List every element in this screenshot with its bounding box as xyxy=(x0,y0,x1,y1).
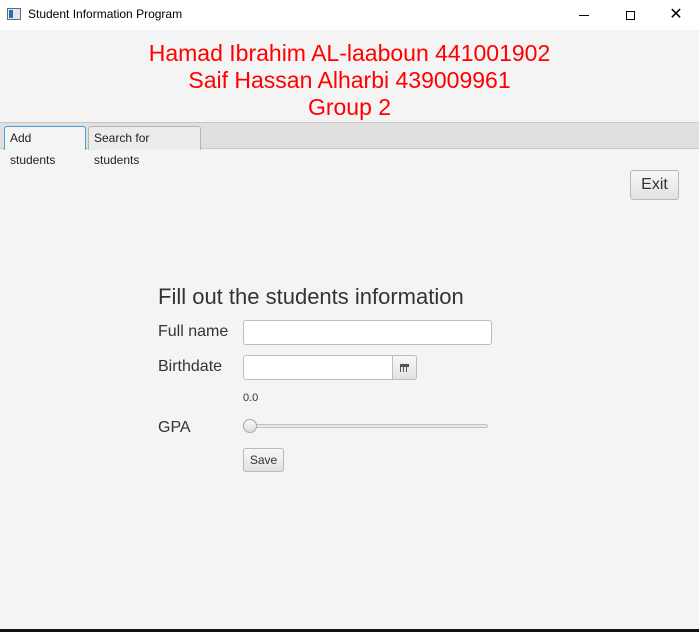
window-titlebar: Student Information Program ✕ xyxy=(0,0,699,30)
gpa-slider-thumb[interactable] xyxy=(243,419,257,433)
app-icon xyxy=(7,8,21,20)
header-line-2: Saif Hassan Alharbi 439009961 xyxy=(188,67,511,93)
gpa-label: GPA xyxy=(158,419,191,436)
full-name-input[interactable] xyxy=(243,320,492,345)
tab-search-students[interactable]: Search for students xyxy=(88,126,201,167)
student-header: Hamad Ibrahim AL-laaboun 441001902 Saif … xyxy=(0,30,699,122)
minimize-icon xyxy=(579,14,589,16)
minimize-button[interactable] xyxy=(561,0,607,30)
exit-button[interactable]: Exit xyxy=(630,170,679,200)
full-name-label: Full name xyxy=(158,323,229,340)
gpa-value: 0.0 xyxy=(243,392,259,404)
gpa-slider-track[interactable] xyxy=(245,424,488,428)
save-button[interactable]: Save xyxy=(243,448,284,472)
form-title: Fill out the students information xyxy=(158,284,464,309)
birthdate-input[interactable] xyxy=(243,355,393,380)
header-line-1: Hamad Ibrahim AL-laaboun 441001902 xyxy=(148,40,551,66)
tab-bar: Add students Search for students xyxy=(0,122,699,167)
calendar-icon xyxy=(400,363,409,372)
close-icon: ✕ xyxy=(669,6,683,23)
close-button[interactable]: ✕ xyxy=(653,0,699,30)
maximize-button[interactable] xyxy=(607,0,653,30)
window-title: Student Information Program xyxy=(28,7,183,21)
calendar-button[interactable] xyxy=(392,355,417,380)
maximize-icon xyxy=(625,10,635,20)
header-line-3: Group 2 xyxy=(307,94,392,120)
tab-add-students[interactable]: Add students xyxy=(4,126,86,167)
birthdate-label: Birthdate xyxy=(158,358,223,375)
